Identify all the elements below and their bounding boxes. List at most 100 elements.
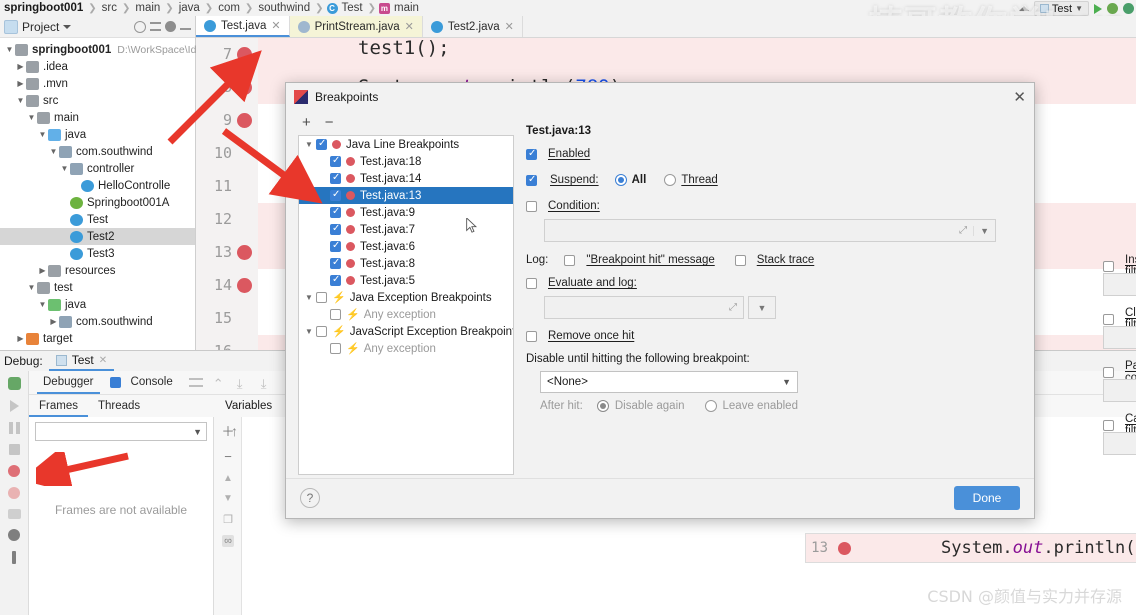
breakpoint-enabled-checkbox[interactable] (330, 343, 341, 354)
close-icon[interactable]: ✕ (405, 20, 414, 33)
expand-icon[interactable]: ⤢ (729, 302, 737, 313)
chevron-down-icon[interactable]: ▼ (302, 140, 316, 149)
breadcrumb-item-3[interactable]: java (177, 2, 202, 14)
project-tree-item[interactable]: ▼ springboot001 D:\WorkSpace\Id (0, 41, 196, 58)
tab-test2-java[interactable]: Test2.java ✕ (423, 16, 523, 37)
project-tree-item[interactable]: ▼ java (0, 296, 195, 313)
tab-printstream-java[interactable]: PrintStream.java ✕ (289, 16, 423, 37)
chevron-right-icon[interactable]: ▶ (15, 62, 26, 71)
breakpoint-list-item[interactable]: ▼ ⚡ JavaScript Exception Breakpoints (299, 323, 513, 340)
suspend-row[interactable]: Suspend: All Thread (526, 174, 718, 186)
run-configuration-selector[interactable]: Test ▼ (1033, 1, 1089, 16)
chevron-right-icon[interactable]: ▶ (48, 317, 59, 326)
chevron-down-icon[interactable]: ▼ (15, 96, 26, 105)
project-tree-item[interactable]: ▶ .idea (0, 58, 195, 75)
chevron-down-icon[interactable]: ▼ (973, 225, 989, 236)
breadcrumb-item-5[interactable]: southwind (256, 2, 312, 14)
resume-icon[interactable] (9, 400, 19, 412)
project-tree-item[interactable]: ▶ target (0, 330, 195, 347)
project-tree-item[interactable]: ▶ resources (0, 262, 195, 279)
stack-trace-checkbox[interactable] (734, 254, 746, 266)
suspend-all-radio-group[interactable]: All (614, 174, 646, 186)
breakpoint-list-item[interactable]: Test.java:13 (299, 187, 513, 204)
evaluate-and-log-row[interactable]: Evaluate and log: (526, 277, 637, 289)
tab-frames[interactable]: Frames (29, 396, 88, 417)
chevron-right-icon[interactable]: ▶ (15, 334, 26, 343)
locate-icon[interactable] (134, 20, 146, 33)
tab-console[interactable]: Console (125, 371, 179, 394)
settings-icon[interactable] (8, 529, 20, 541)
after-hit-disable-again-group[interactable]: Disable again (596, 400, 685, 412)
remove-watch-icon[interactable]: − (224, 449, 232, 464)
after-hit-leave-enabled-group[interactable]: Leave enabled (704, 400, 798, 412)
remove-breakpoint-button[interactable]: − (325, 114, 334, 131)
project-tree[interactable]: ▼ springboot001 D:\WorkSpace\Id ▶ .idea ▶ .mvn… (0, 38, 196, 347)
chevron-down-icon[interactable]: ▼ (48, 147, 59, 156)
suspend-thread-radio-group[interactable]: Thread (664, 174, 718, 186)
enabled-row[interactable]: Enabled (526, 148, 590, 160)
project-tree-item[interactable]: ▶ com.southwind (0, 313, 195, 330)
editor-gutter[interactable]: 7891011121314151617 (196, 38, 258, 350)
tab-debugger[interactable]: Debugger (37, 371, 100, 394)
gutter-line[interactable]: 12 (196, 203, 258, 236)
disable-until-select[interactable]: <None> ▼ (540, 371, 798, 393)
breakpoint-list-item[interactable]: Test.java:7 (299, 221, 513, 238)
breakpoint-list-item[interactable]: Test.java:6 (299, 238, 513, 255)
view-breakpoints-icon[interactable] (8, 465, 20, 477)
gutter-line[interactable]: 16 (196, 335, 258, 350)
thread-selector[interactable]: ▼ (35, 422, 207, 441)
gear-icon[interactable] (165, 21, 176, 32)
condition-input[interactable]: ⤢ ▼ (544, 219, 996, 242)
add-breakpoint-button[interactable]: + (302, 114, 311, 131)
pass-count-checkbox[interactable] (1103, 366, 1114, 378)
caller-filters-input[interactable] (1103, 432, 1136, 455)
chevron-down-icon[interactable]: ▼ (302, 293, 316, 302)
breadcrumb-item-0[interactable]: springboot001 (2, 2, 85, 14)
expand-icon[interactable]: ⤢ (959, 225, 967, 236)
breakpoint-enabled-checkbox[interactable] (330, 257, 341, 269)
breakpoint-list-item[interactable]: Test.java:14 (299, 170, 513, 187)
debug-icon[interactable] (1107, 3, 1118, 14)
gutter-line[interactable]: 7 (196, 38, 258, 71)
breakpoint-enabled-checkbox[interactable] (330, 189, 341, 201)
project-tree-item[interactable]: HelloControlle (0, 177, 195, 194)
gutter-line[interactable]: 15 (196, 302, 258, 335)
chevron-down-icon[interactable]: ▼ (26, 113, 37, 122)
evaluate-and-log-checkbox[interactable] (526, 277, 537, 289)
breakpoints-list[interactable]: ▼ Java Line Breakpoints Test.java:18 Test.j… (298, 135, 514, 475)
breakpoint-list-item[interactable]: ▼ ⚡ Java Exception Breakpoints (299, 289, 513, 306)
close-icon[interactable]: ✕ (505, 20, 514, 33)
chevron-right-icon[interactable]: ▶ (15, 79, 26, 88)
log-hit-message-group[interactable]: "Breakpoint hit" message (564, 254, 715, 266)
move-up-icon[interactable]: ▲ (223, 473, 233, 484)
stop-icon[interactable] (8, 444, 20, 455)
breadcrumb-item-1[interactable]: src (100, 2, 119, 14)
pause-icon[interactable] (8, 422, 20, 434)
breakpoint-enabled-checkbox[interactable] (330, 206, 341, 218)
breadcrumb-item-4[interactable]: com (216, 2, 242, 14)
project-tree-item[interactable]: ▶ .mvn (0, 75, 195, 92)
mute-breakpoints-icon[interactable] (8, 487, 20, 499)
breakpoint-list-item[interactable]: Test.java:9 (299, 204, 513, 221)
breakpoint-enabled-checkbox[interactable] (330, 274, 341, 286)
evaluate-and-log-dropdown[interactable]: ▼ (748, 296, 776, 319)
move-down-icon[interactable]: ▼ (223, 493, 233, 504)
chevron-up-icon[interactable] (1018, 6, 1029, 11)
chevron-right-icon[interactable]: ▶ (37, 266, 48, 275)
log-hit-message-checkbox[interactable] (564, 254, 576, 266)
gutter-line[interactable]: 14 (196, 269, 258, 302)
caller-filters-checkbox[interactable] (1103, 419, 1114, 431)
gutter-line[interactable]: 13 (196, 236, 258, 269)
breakpoint-enabled-checkbox[interactable] (316, 292, 327, 303)
condition-row[interactable]: Condition: (526, 200, 600, 212)
after-hit-disable-again-radio[interactable] (596, 400, 609, 412)
copy-icon[interactable]: ❐ (223, 513, 233, 526)
close-icon[interactable]: ✕ (1013, 90, 1026, 105)
breakpoint-list-item[interactable]: ⚡ Any exception (299, 340, 513, 357)
collapse-all-icon[interactable] (150, 22, 161, 31)
condition-checkbox[interactable] (526, 200, 537, 212)
breakpoint-list-item[interactable]: Test.java:18 (299, 153, 513, 170)
breakpoint-dot-icon[interactable] (237, 113, 252, 128)
tab-test-java[interactable]: Test.java ✕ (196, 16, 290, 37)
suspend-thread-radio[interactable] (664, 174, 677, 186)
